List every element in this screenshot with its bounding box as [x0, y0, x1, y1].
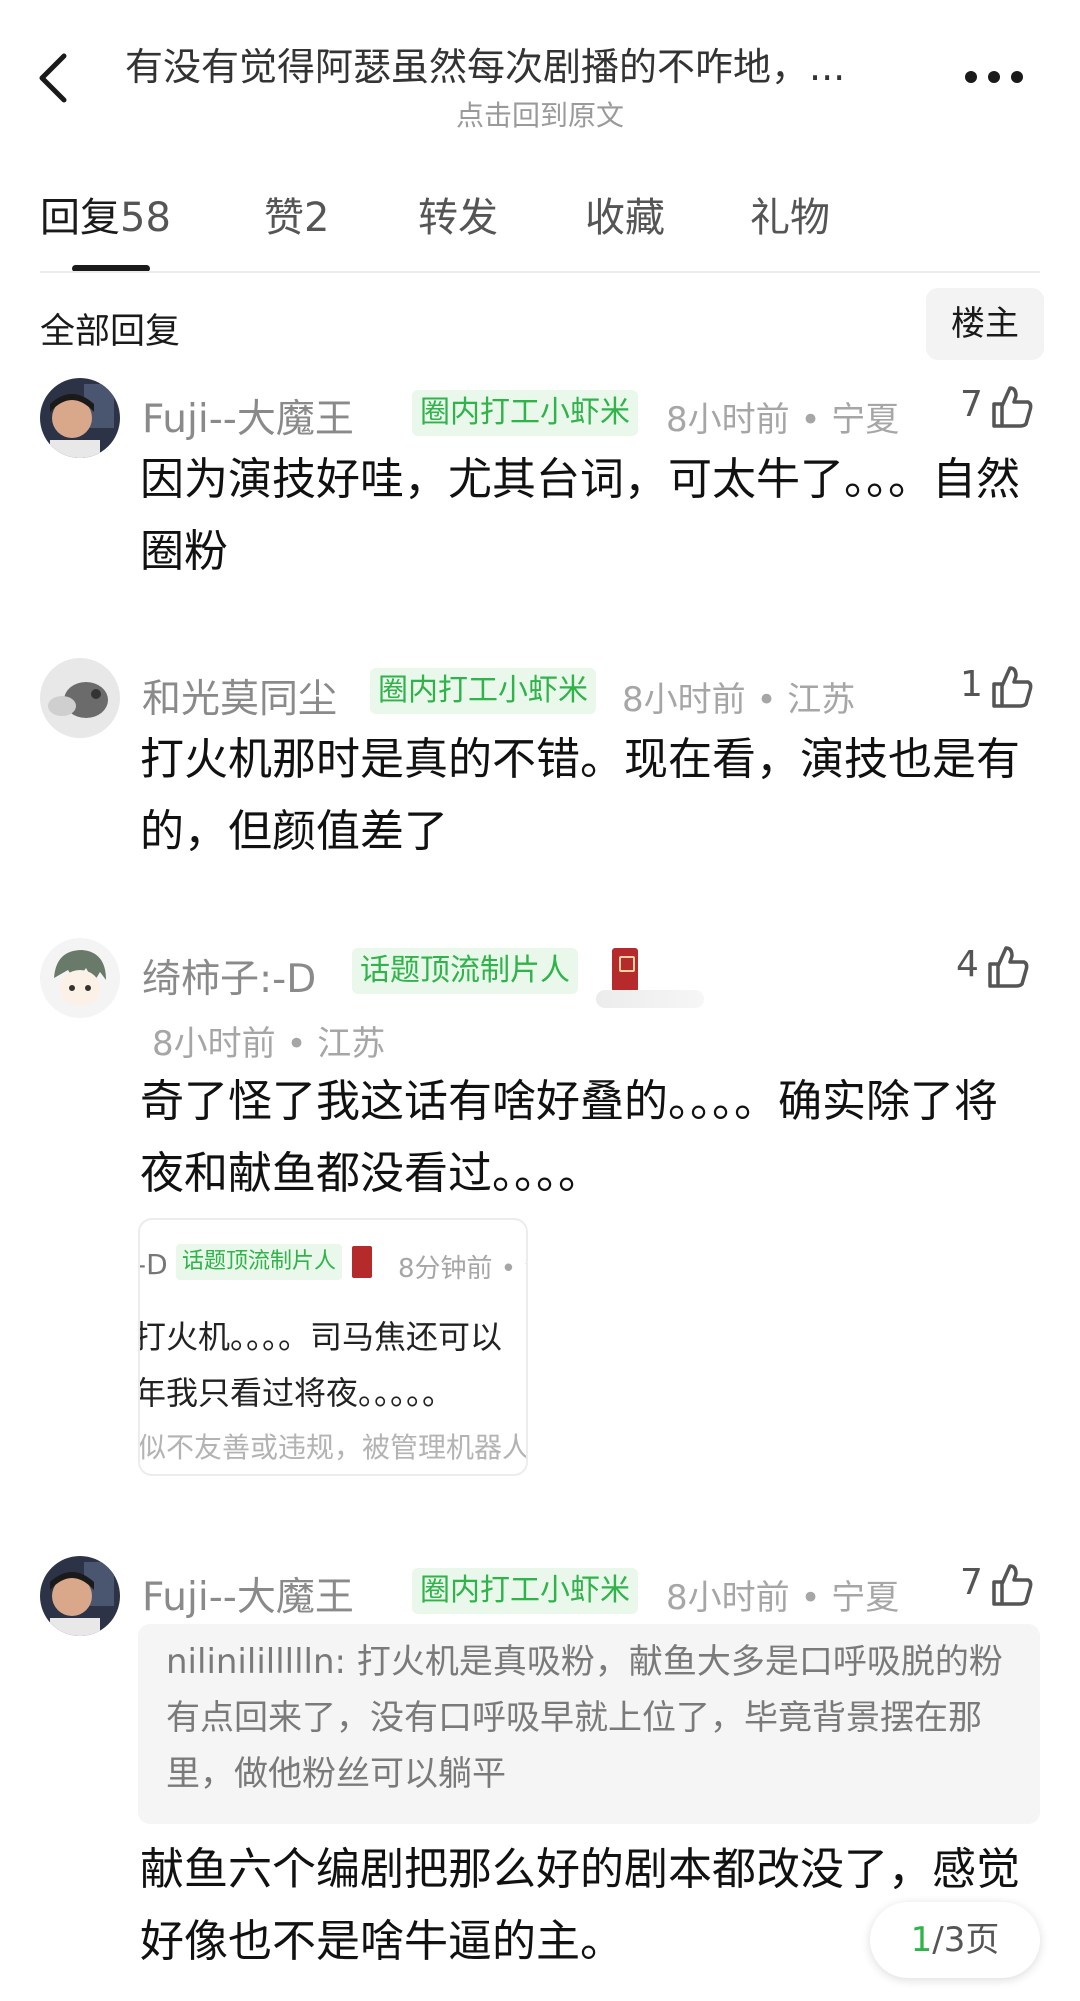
avatar-image [40, 658, 120, 738]
like-button[interactable]: 7 [960, 1562, 1040, 1612]
like-button[interactable]: 4 [956, 944, 1040, 994]
quoted-comment-image[interactable]: -D 话题顶流制片人 8分钟前 • 江 打火机。。。。司马焦还可以 年我只看过将… [138, 1218, 528, 1476]
quoted-badge: 话题顶流制片人 [176, 1244, 343, 1280]
comment-text: 奇了怪了我这话有啥好叠的。。。。确实除了将夜和献鱼都没看过。。。。 [140, 1076, 998, 1199]
avatar-image [40, 378, 120, 458]
like-button[interactable]: 7 [960, 384, 1040, 434]
tab-count: 58 [120, 195, 171, 241]
thumbs-up-icon [988, 946, 1029, 988]
medal-icon [612, 948, 638, 992]
like-count: 4 [956, 944, 979, 985]
post-title[interactable]: 有没有觉得阿瑟虽然每次剧播的不咋地，... [125, 36, 955, 91]
like-button[interactable]: 1 [960, 664, 1040, 714]
total-pages: /3页 [932, 1920, 1000, 1960]
comment-text: 因为演技好哇，尤其台词，可太牛了。。。自然圈粉 [140, 454, 1020, 577]
user-badge: 话题顶流制片人 [352, 948, 578, 994]
section-title: 全部回复 [40, 312, 181, 352]
avatar[interactable] [40, 378, 120, 458]
comment-meta: 8小时前 • 江苏 [152, 1024, 386, 1064]
page-indicator[interactable]: 1/3页 [870, 1902, 1040, 1978]
like-count: 7 [960, 384, 983, 425]
user-badge: 圈内打工小虾米 [412, 1568, 638, 1614]
tab-label: 转发 [418, 195, 498, 241]
quoted-reply-text: nilinilillllln: 打火机是真吸粉，献鱼大多是口呼吸脱的粉有点回来了… [166, 1642, 1003, 1794]
more-button[interactable] [962, 62, 1032, 92]
avatar[interactable] [40, 938, 120, 1018]
username[interactable]: Fuji--大魔王 [142, 1566, 354, 1622]
username[interactable]: Fuji--大魔王 [142, 388, 354, 444]
avatar[interactable] [40, 1556, 120, 1636]
divider [40, 271, 1040, 273]
quoted-text-line: 打火机。。。。司马焦还可以 [138, 1318, 503, 1356]
thumbs-up-icon [992, 386, 1033, 428]
back-to-original-link[interactable]: 点击回到原文 [0, 94, 1080, 134]
quoted-username: -D [138, 1248, 168, 1281]
owner-only-button[interactable]: 楼主 [926, 288, 1044, 360]
username[interactable]: 绮柿子:-D [142, 948, 316, 1004]
quoted-reply[interactable]: nilinilillllln: 打火机是真吸粉，献鱼大多是口呼吸脱的粉有点回来了… [138, 1624, 1040, 1824]
like-count: 1 [960, 664, 983, 705]
tab-replies[interactable]: 回复58 [40, 185, 171, 243]
avatar-image [40, 938, 120, 1018]
comment-meta: 8小时前 • 宁夏 [666, 1578, 900, 1618]
current-page: 1 [910, 1920, 933, 1960]
quoted-meta: 8分钟前 • 江 [398, 1254, 526, 1284]
thumbs-up-icon [992, 1564, 1033, 1606]
more-dots-icon [965, 71, 1023, 83]
comment-meta: 8小时前 • 宁夏 [666, 400, 900, 440]
tab-count: 2 [304, 195, 330, 241]
tab-bar: 回复58 赞2 转发 收藏 礼物 [0, 185, 1080, 275]
tab-favorites[interactable]: 收藏 [585, 185, 665, 243]
medal-icon [352, 1246, 372, 1278]
top-bar: 有没有觉得阿瑟虽然每次剧播的不咋地，... 点击回到原文 [0, 0, 1080, 150]
tab-reposts[interactable]: 转发 [418, 185, 498, 243]
avatar-image [40, 1556, 120, 1636]
tab-label: 礼物 [750, 195, 830, 241]
like-count: 7 [960, 1562, 983, 1603]
blurred-decoration [596, 990, 704, 1008]
comment-meta: 8小时前 • 江苏 [622, 680, 856, 720]
tab-likes[interactable]: 赞2 [264, 185, 329, 243]
username[interactable]: 和光莫同尘 [142, 668, 337, 724]
thumbs-up-icon [992, 666, 1033, 708]
tab-label: 赞 [264, 195, 304, 241]
avatar[interactable] [40, 658, 120, 738]
quoted-text-line: 年我只看过将夜。。。。。 [138, 1374, 455, 1412]
tab-label: 回复 [40, 195, 120, 241]
comment-text: 打火机那时是真的不错。现在看，演技也是有的，但颜值差了 [140, 734, 1020, 857]
tab-gifts[interactable]: 礼物 [750, 185, 830, 243]
user-badge: 圈内打工小虾米 [412, 390, 638, 436]
quoted-notice: 似不友善或违规，被管理机器人 [138, 1431, 528, 1464]
tab-label: 收藏 [585, 195, 665, 241]
user-badge: 圈内打工小虾米 [370, 668, 596, 714]
